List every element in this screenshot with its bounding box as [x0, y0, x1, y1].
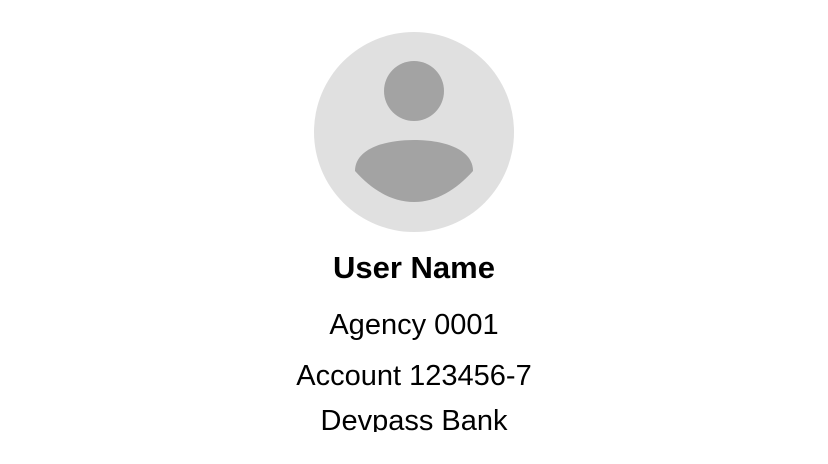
user-placeholder-icon	[314, 32, 514, 232]
account-number: Account 123456-7	[296, 360, 532, 392]
bank-name-container: Devpass Bank	[0, 400, 828, 432]
agency-number: Agency 0001	[329, 309, 499, 341]
avatar	[314, 32, 514, 232]
user-name: User Name	[333, 250, 495, 285]
bank-name: Devpass Bank	[320, 405, 508, 432]
profile-header: User Name Agency 0001 Account 123456-7 D…	[0, 0, 828, 464]
